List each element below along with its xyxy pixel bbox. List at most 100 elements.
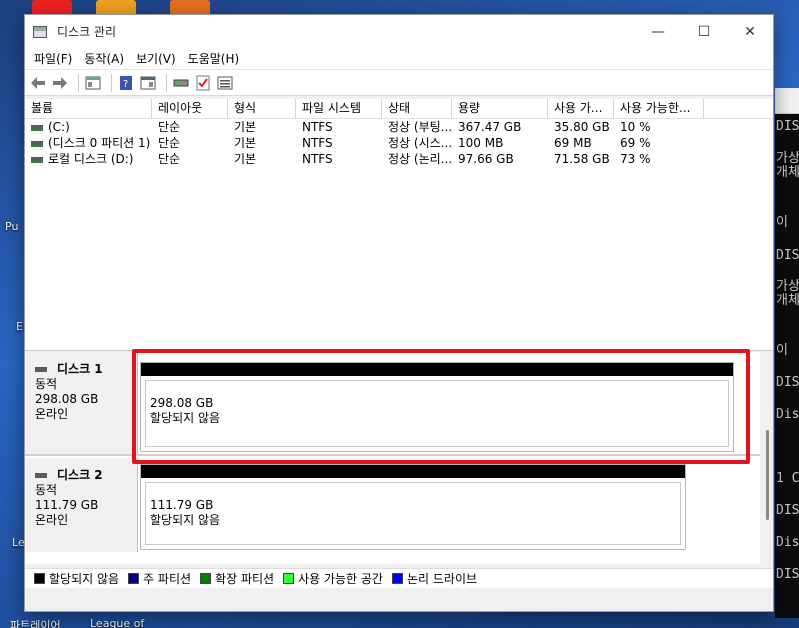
volume-name: 로컬 디스크 (D:) <box>48 152 134 166</box>
disk-name: 디스크 1 <box>57 362 103 376</box>
console-line: Dis <box>776 407 799 422</box>
disk-map-scrollbar[interactable] <box>762 352 773 564</box>
column-header-volume[interactable]: 볼륨 <box>25 99 152 118</box>
menu-view[interactable]: 보기(V) <box>131 50 181 67</box>
partition-label: 할당되지 않음 <box>150 513 221 527</box>
disk-row-2: 디스크 2 동적 111.79 GB 온라인 111.79 GB 할당되지 않음 <box>25 458 760 552</box>
status-bar <box>25 589 773 611</box>
console-line: DIS <box>776 503 799 518</box>
disk-size: 298.08 GB <box>35 392 99 406</box>
drive-icon <box>31 156 43 163</box>
volume-name-cell: (디스크 0 파티션 1) <box>25 135 152 151</box>
toolbar-separator <box>166 73 167 92</box>
type-cell: 기본 <box>234 136 257 150</box>
help-icon[interactable]: ? <box>117 74 135 92</box>
volume-row[interactable]: 로컬 디스크 (D:) 단순 기본 NTFS 정상 (논리... 97.66 G… <box>25 151 773 167</box>
volume-list-header: 볼륨 레이아웃 형식 파일 시스템 상태 용량 사용 가... 사용 가능한..… <box>25 99 773 119</box>
desktop-label[interactable]: Pu <box>5 220 18 233</box>
console-line: DIS <box>776 567 799 582</box>
desktop-label[interactable]: E <box>16 320 23 333</box>
legend-label: 사용 가능한 공간 <box>298 572 383 586</box>
capacity-cell: 100 MB <box>458 136 504 150</box>
column-header-capacity[interactable]: 용량 <box>452 99 548 118</box>
disk-icon <box>35 473 47 478</box>
status-cell: 정상 (시스... <box>388 136 452 150</box>
volume-name: (디스크 0 파티션 1) <box>48 136 151 150</box>
background-console-window[interactable]: DIS 가상 개체 이 DIS 가상 개체 이 DIS Dis 1 C DIS … <box>775 88 799 618</box>
free-space-cell: 71.58 GB <box>554 152 610 166</box>
disk-icon[interactable] <box>172 74 190 92</box>
forward-icon[interactable] <box>51 74 69 92</box>
drive-icon <box>31 140 43 147</box>
column-header-status[interactable]: 상태 <box>382 99 452 118</box>
console-line: DIS <box>776 119 799 134</box>
minimize-button[interactable]: — <box>635 15 681 48</box>
disk-type: 동적 <box>35 377 58 391</box>
disk-size: 111.79 GB <box>35 498 99 512</box>
disk-title: 디스크 1 <box>35 362 137 377</box>
toolbar-separator <box>111 73 112 92</box>
volume-list[interactable]: 볼륨 레이아웃 형식 파일 시스템 상태 용량 사용 가... 사용 가능한..… <box>25 99 773 351</box>
legend-label: 논리 드라이브 <box>406 572 478 586</box>
svg-text:?: ? <box>123 79 128 90</box>
desktop-label[interactable]: 파트레이어 <box>10 617 61 628</box>
disk-management-window: 디스크 관리 — ☐ ✕ 파일(F) 동작(A) 보기(V) 도움말(H) ? <box>24 14 774 612</box>
maximize-button[interactable]: ☐ <box>681 15 727 48</box>
toolbar-separator <box>78 73 79 92</box>
list-icon[interactable] <box>216 74 234 92</box>
check-icon[interactable] <box>194 74 212 92</box>
partition-body: 111.79 GB 할당되지 않음 <box>145 482 681 545</box>
console-line: Dis <box>776 535 799 550</box>
console-line: 1 C <box>776 471 799 486</box>
percent-free-cell: 69 % <box>620 136 651 150</box>
disk-info-1[interactable]: 디스크 1 동적 298.08 GB 온라인 <box>25 352 138 454</box>
console-line: 개체 <box>776 165 799 180</box>
desktop-label[interactable]: League of <box>90 617 144 628</box>
disk-info-2[interactable]: 디스크 2 동적 111.79 GB 온라인 <box>25 458 138 552</box>
column-header-type[interactable]: 형식 <box>228 99 296 118</box>
capacity-cell: 97.66 GB <box>458 152 514 166</box>
disk-title: 디스크 2 <box>35 468 137 483</box>
layout-cell: 단순 <box>158 120 181 134</box>
console-line: DIS <box>776 248 799 263</box>
legend-swatch-extended <box>200 573 212 584</box>
close-button[interactable]: ✕ <box>727 15 773 48</box>
console-line: 가상 <box>776 279 799 294</box>
volume-name-cell: (C:) <box>25 119 152 135</box>
percent-free-cell: 10 % <box>620 120 651 134</box>
column-header-free-space[interactable]: 사용 가... <box>548 99 614 118</box>
layout-cell: 단순 <box>158 136 181 150</box>
properties-icon[interactable] <box>139 74 157 92</box>
column-header-percent-free[interactable]: 사용 가능한... <box>614 99 704 118</box>
volume-row[interactable]: (C:) 단순 기본 NTFS 정상 (부팅... 367.47 GB 35.8… <box>25 119 773 135</box>
volume-row[interactable]: (디스크 0 파티션 1) 단순 기본 NTFS 정상 (시스... 100 M… <box>25 135 773 151</box>
legend-swatch-unallocated <box>34 573 45 584</box>
console-line: 가상 <box>776 151 799 166</box>
disk-name: 디스크 2 <box>57 468 103 482</box>
disk-status: 온라인 <box>35 513 69 527</box>
desktop-label[interactable]: Le <box>12 536 25 549</box>
status-cell: 정상 (부팅... <box>388 120 452 134</box>
disk-management-app-icon <box>33 25 47 38</box>
console-titlebar <box>775 88 799 114</box>
menu-file[interactable]: 파일(F) <box>29 50 77 67</box>
menu-help[interactable]: 도움말(H) <box>183 50 245 67</box>
column-header-file-system[interactable]: 파일 시스템 <box>296 99 382 118</box>
menu-action[interactable]: 동작(A) <box>79 50 129 67</box>
column-header-layout[interactable]: 레이아웃 <box>152 99 228 118</box>
disk-status: 온라인 <box>35 407 69 421</box>
console-line: 이 <box>776 215 788 230</box>
unallocated-partition-2[interactable]: 111.79 GB 할당되지 않음 <box>140 464 686 550</box>
free-space-cell: 35.80 GB <box>554 120 610 134</box>
legend-label: 확장 파티션 <box>215 572 275 586</box>
scrollbar-thumb[interactable] <box>766 430 769 520</box>
window-title: 디스크 관리 <box>57 25 117 39</box>
partition-header-bar <box>141 465 685 478</box>
type-cell: 기본 <box>234 120 257 134</box>
title-bar[interactable]: 디스크 관리 — ☐ ✕ <box>25 15 773 48</box>
back-icon[interactable] <box>29 74 47 92</box>
console-tree-icon[interactable] <box>84 74 102 92</box>
legend-swatch-primary <box>128 573 140 584</box>
legend-label: 주 파티션 <box>143 572 192 586</box>
disk-icon <box>35 367 47 372</box>
